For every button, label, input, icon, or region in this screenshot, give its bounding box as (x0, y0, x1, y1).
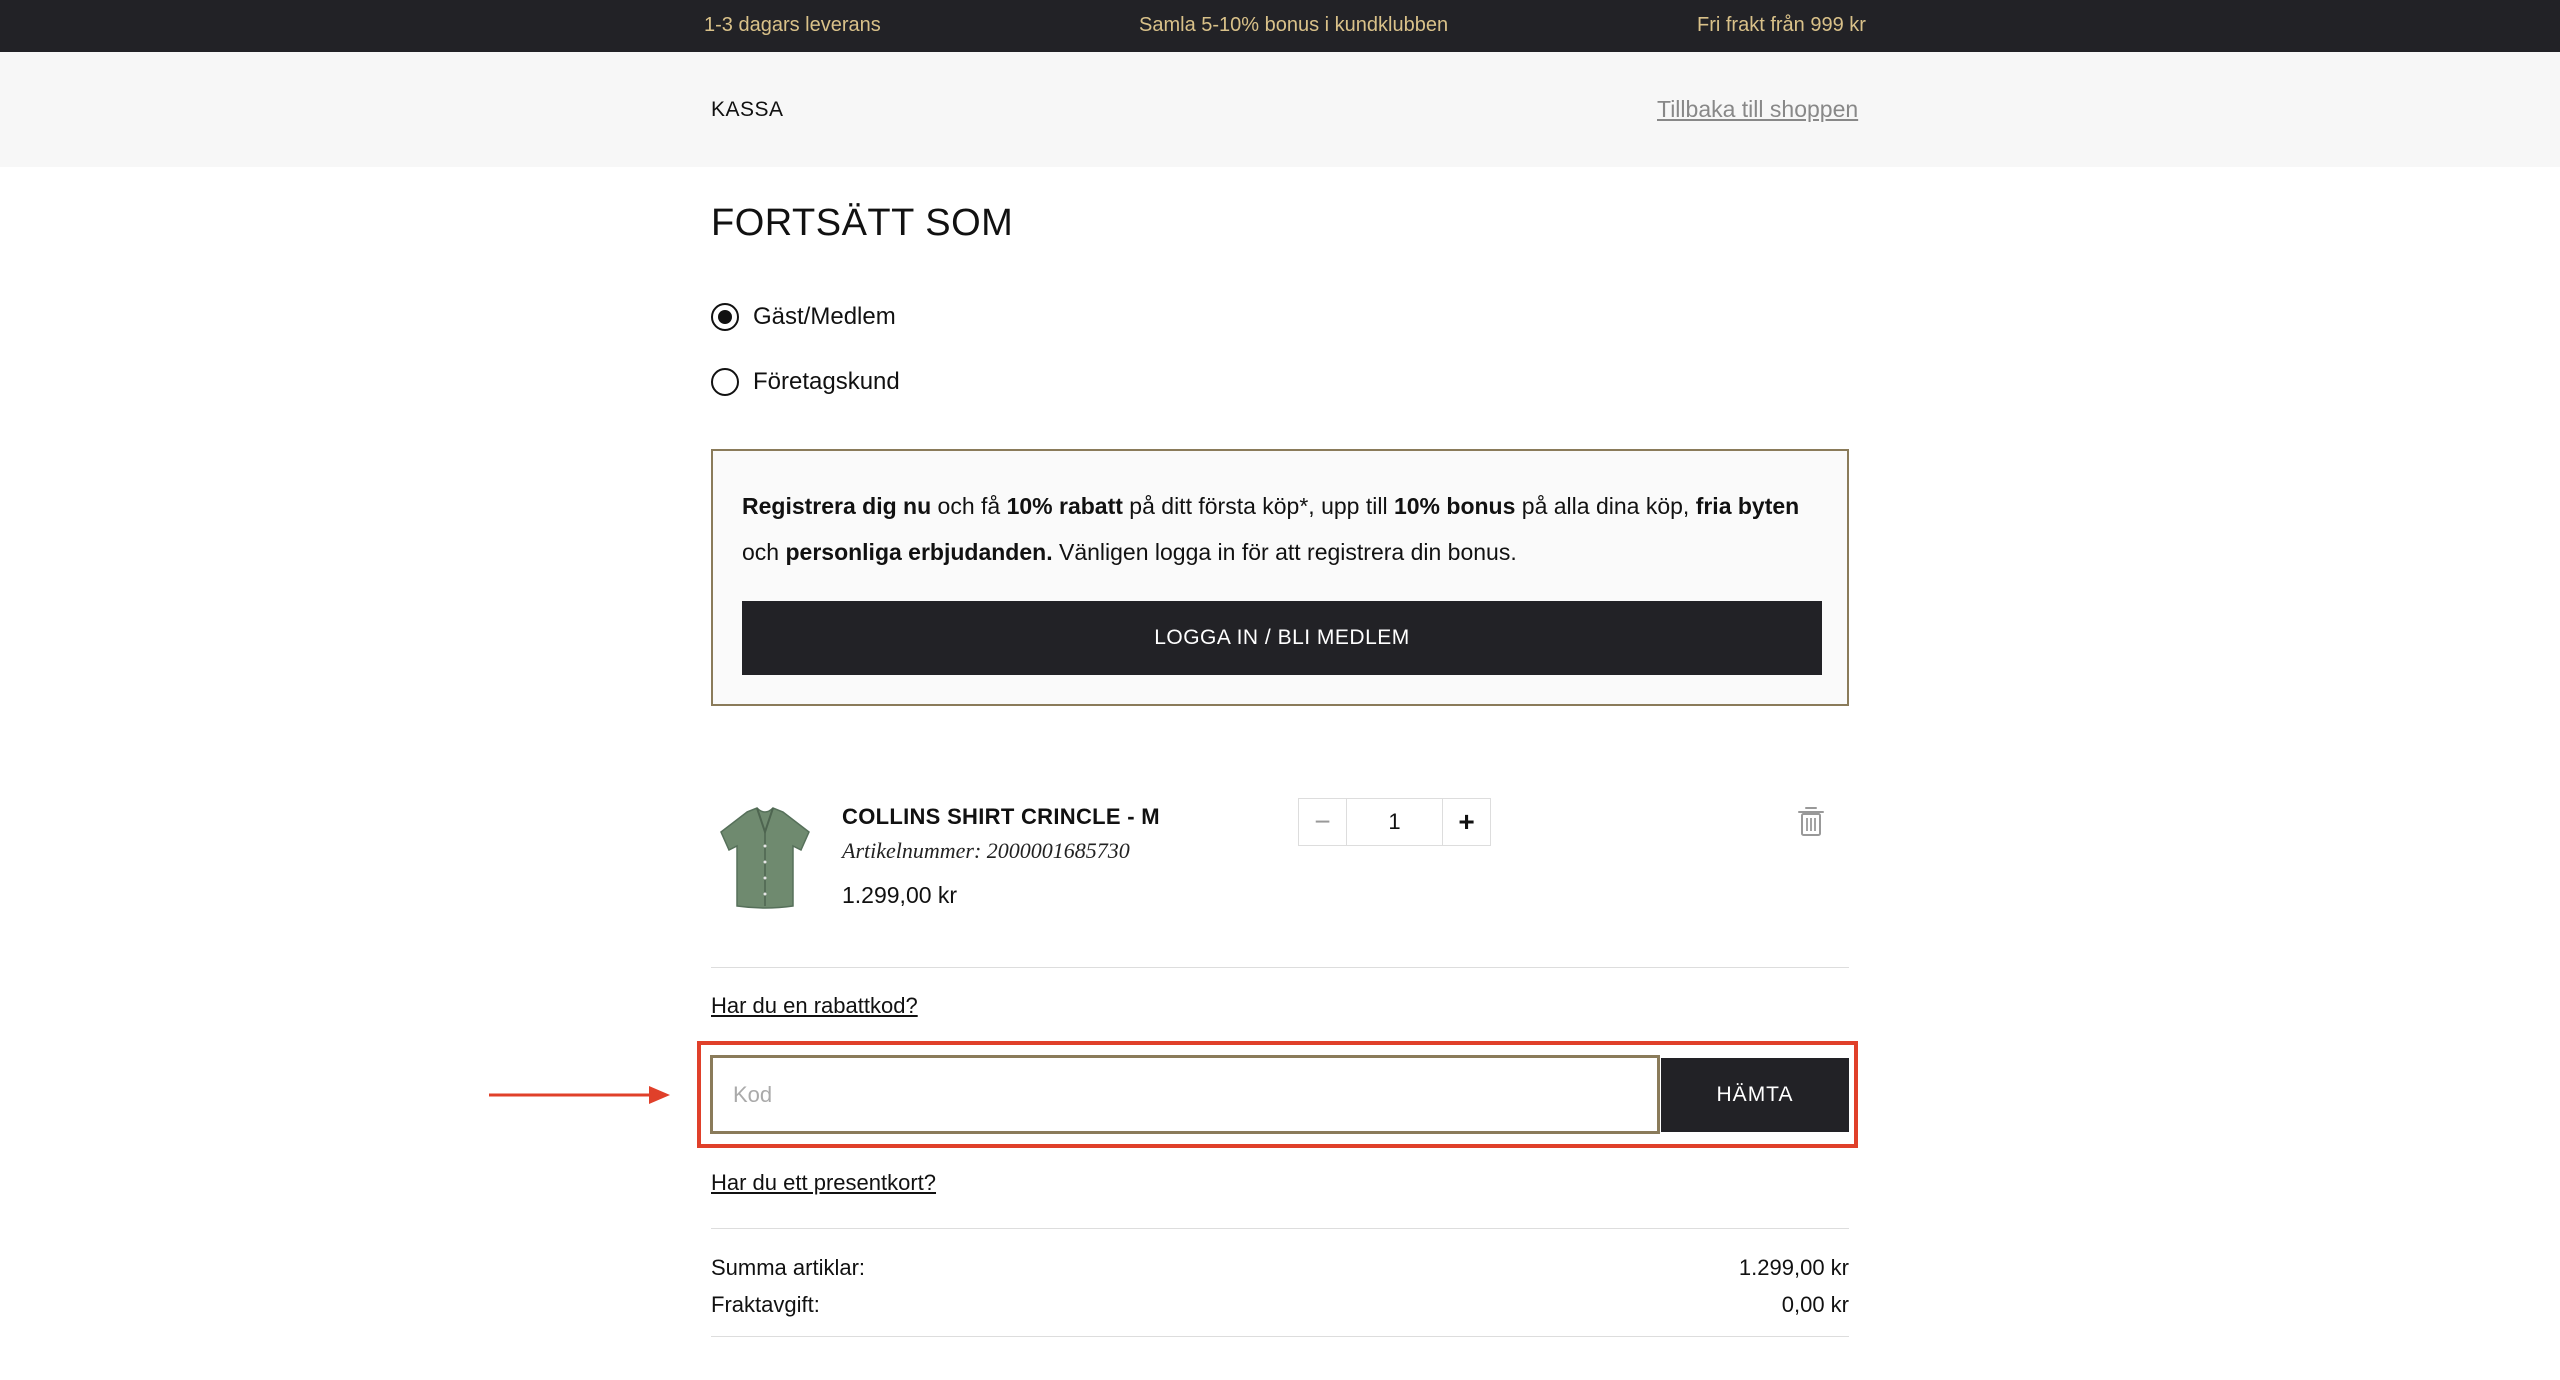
discount-code-input[interactable] (710, 1055, 1660, 1134)
promo-bold: 10% bonus (1393, 493, 1516, 519)
radio-unchecked-icon[interactable] (711, 368, 739, 396)
login-become-member-button[interactable]: LOGGA IN / BLI MEDLEM (742, 601, 1822, 675)
radio-guest-member[interactable]: Gäst/Medlem (711, 303, 896, 331)
divider (711, 1228, 1849, 1229)
free-shipping-notice: Fri frakt från 999 kr (1697, 14, 1866, 36)
back-to-shop-link[interactable]: Tillbaka till shoppen (1657, 96, 1858, 123)
shipping-value: 0,00 kr (1781, 1292, 1849, 1317)
page-title: KASSA (711, 98, 784, 121)
cart-item: COLLINS SHIRT CRINCLE - M Artikelnummer:… (711, 790, 1849, 970)
shirt-thumbnail (720, 807, 810, 909)
items-total-label: Summa artiklar: (711, 1255, 866, 1280)
member-promo-box: Registrera dig nu och få 10% rabatt på d… (711, 449, 1849, 706)
trash-icon[interactable] (1796, 804, 1826, 838)
promo-span: Vänligen logga in för att registrera din… (1052, 539, 1517, 565)
bonus-notice: Samla 5-10% bonus i kundklubben (1139, 14, 1449, 36)
increase-quantity-button[interactable]: + (1442, 799, 1490, 845)
radio-label: Företagskund (753, 368, 900, 395)
radio-label: Gäst/Medlem (753, 303, 896, 330)
quantity-value[interactable]: 1 (1347, 799, 1442, 845)
radio-checked-icon[interactable] (711, 303, 739, 331)
shipping-label: Fraktavgift: (711, 1292, 820, 1317)
quantity-stepper: − 1 + (1298, 798, 1491, 846)
product-name[interactable]: COLLINS SHIRT CRINCLE - M (842, 804, 1160, 830)
radio-business-customer[interactable]: Företagskund (711, 368, 900, 396)
promo-span: på alla dina köp, (1515, 493, 1696, 519)
shipping-row: Fraktavgift: 0,00 kr (711, 1292, 1849, 1318)
arrow-right-icon (489, 1086, 670, 1104)
apply-code-button[interactable]: HÄMTA (1661, 1058, 1849, 1132)
promo-text: Registrera dig nu och få 10% rabatt på d… (742, 483, 1822, 575)
promo-bold: fria byten (1695, 493, 1800, 519)
promo-bold: 10% rabatt (1006, 493, 1123, 519)
promo-span: och (742, 539, 786, 565)
checkout-header: KASSA Tillbaka till shoppen (0, 52, 2560, 167)
divider (711, 1336, 1849, 1337)
promo-span: och få (931, 493, 1007, 519)
decrease-quantity-button[interactable]: − (1299, 799, 1347, 845)
promo-bold: Registrera dig nu (742, 493, 932, 519)
announcement-bar: 1-3 dagars leverans Samla 5-10% bonus i … (0, 0, 2560, 52)
promo-span: på ditt första köp*, upp till (1122, 493, 1394, 519)
promo-bold: personliga erbjudanden. (785, 539, 1053, 565)
items-total-value: 1.299,00 kr (1738, 1255, 1849, 1280)
gift-card-link[interactable]: Har du ett presentkort? (711, 1170, 936, 1196)
product-price: 1.299,00 kr (842, 882, 958, 908)
discount-code-link[interactable]: Har du en rabattkod? (711, 993, 918, 1019)
divider (711, 967, 1849, 968)
delivery-notice: 1-3 dagars leverans (704, 14, 881, 36)
continue-as-heading: FORTSÄTT SOM (711, 202, 1014, 244)
product-sku: Artikelnummer: 2000001685730 (842, 838, 1130, 863)
items-total-row: Summa artiklar: 1.299,00 kr (711, 1255, 1849, 1281)
